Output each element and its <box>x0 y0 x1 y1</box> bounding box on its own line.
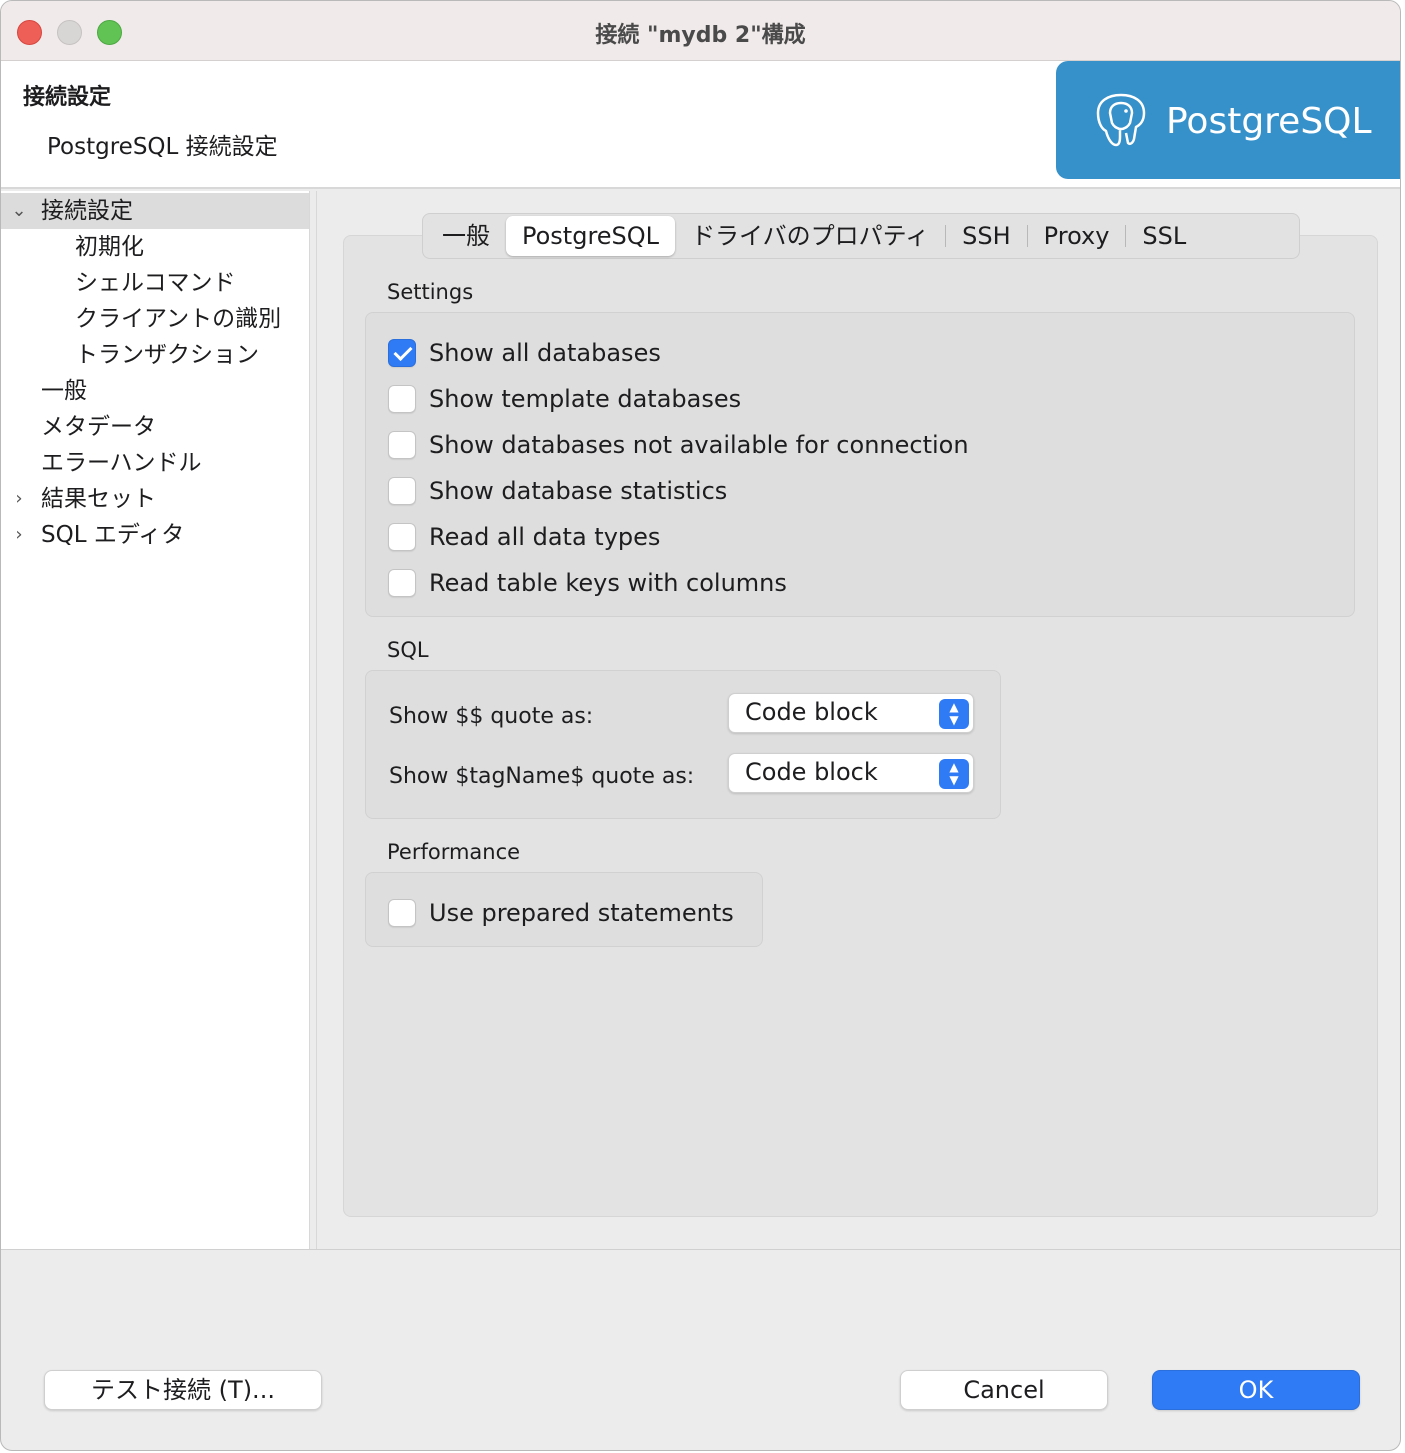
dollar-quote-label: Show $$ quote as: <box>389 704 594 729</box>
select-value: Code block <box>745 698 878 726</box>
chevron-right-icon[interactable]: › <box>9 481 29 517</box>
dollar-quote-select[interactable]: Code block ▲ ▼ <box>728 693 974 733</box>
sidebar-item-label: エラーハンドル <box>41 450 202 476</box>
use-prepared-statements-checkbox[interactable] <box>388 899 416 927</box>
tab-ssl[interactable]: SSL <box>1126 216 1202 256</box>
checkbox-label: Show database statistics <box>429 477 728 505</box>
window-title: 接続 "mydb 2"構成 <box>595 23 806 48</box>
show-unavailable-databases-option[interactable]: Show databases not available for connect… <box>388 430 969 460</box>
dialog-window: 接続 "mydb 2"構成 接続設定 PostgreSQL 接続設定 Postg… <box>0 0 1401 1451</box>
sidebar-item-label: メタデータ <box>41 414 156 440</box>
postgresql-elephant-icon <box>1096 93 1146 147</box>
show-template-databases-checkbox[interactable] <box>388 385 416 413</box>
sidebar-item-general[interactable]: 一般 <box>1 373 309 409</box>
up-down-chevron-icon: ▲ ▼ <box>939 759 969 789</box>
test-connection-button[interactable]: テスト接続 (T)... <box>44 1370 322 1410</box>
sidebar-item-label: シェルコマンド <box>75 270 236 296</box>
tagname-quote-label: Show $tagName$ quote as: <box>389 764 695 789</box>
tab-proxy[interactable]: Proxy <box>1028 216 1126 256</box>
tab-postgresql[interactable]: PostgreSQL <box>506 216 676 256</box>
show-all-databases-option[interactable]: Show all databases <box>388 338 661 368</box>
tab-bar: 一般 PostgreSQL ドライバのプロパティ SSH Proxy SSL <box>422 213 1300 259</box>
show-unavailable-databases-checkbox[interactable] <box>388 431 416 459</box>
tab-general[interactable]: 一般 <box>426 216 506 256</box>
tab-driver-properties[interactable]: ドライバのプロパティ <box>675 216 945 256</box>
sidebar-item-error-handling[interactable]: エラーハンドル <box>1 445 309 481</box>
up-down-chevron-icon: ▲ ▼ <box>939 699 969 729</box>
checkbox-label: Show template databases <box>429 385 742 413</box>
sidebar-splitter[interactable] <box>309 191 317 1249</box>
sidebar-item-sql-editor[interactable]: › SQL エディタ <box>1 517 309 553</box>
footer-divider <box>1 1249 1400 1250</box>
sidebar-item-label: 一般 <box>41 378 87 404</box>
page-header: 接続設定 PostgreSQL 接続設定 PostgreSQL <box>1 61 1400 189</box>
checkbox-label: Use prepared statements <box>429 899 734 927</box>
tagname-quote-select[interactable]: Code block ▲ ▼ <box>728 753 974 793</box>
show-database-statistics-checkbox[interactable] <box>388 477 416 505</box>
show-template-databases-option[interactable]: Show template databases <box>388 384 741 414</box>
sidebar-item-client-identification[interactable]: クライアントの識別 <box>1 301 309 337</box>
settings-sidebar: ⌄ 接続設定 初期化 シェルコマンド クライアントの識別 トランザクション 一般… <box>1 191 309 1249</box>
read-all-data-types-option[interactable]: Read all data types <box>388 522 660 552</box>
sidebar-item-result-sets[interactable]: › 結果セット <box>1 481 309 517</box>
show-all-databases-checkbox[interactable] <box>388 339 416 367</box>
sidebar-item-label: SQL エディタ <box>41 522 185 548</box>
tab-ssh[interactable]: SSH <box>946 216 1027 256</box>
ok-button[interactable]: OK <box>1152 1370 1360 1410</box>
read-table-keys-checkbox[interactable] <box>388 569 416 597</box>
sidebar-item-connection-settings[interactable]: ⌄ 接続設定 <box>1 193 309 229</box>
checkbox-label: Show databases not available for connect… <box>429 431 969 459</box>
header-title: 接続設定 <box>23 85 112 110</box>
sidebar-item-label: 接続設定 <box>41 198 133 224</box>
sidebar-item-label: トランザクション <box>75 342 259 368</box>
sidebar-item-label: 初期化 <box>75 234 144 260</box>
sidebar-item-transactions[interactable]: トランザクション <box>1 337 309 373</box>
chevron-right-icon[interactable]: › <box>9 517 29 553</box>
show-database-statistics-option[interactable]: Show database statistics <box>388 476 727 506</box>
sidebar-item-initialization[interactable]: 初期化 <box>1 229 309 265</box>
sql-section-label: SQL <box>387 638 429 662</box>
checkbox-label: Read table keys with columns <box>429 569 787 597</box>
sidebar-item-shell-commands[interactable]: シェルコマンド <box>1 265 309 301</box>
title-bar[interactable]: 接続 "mydb 2"構成 <box>1 1 1400 61</box>
performance-section-label: Performance <box>387 840 521 864</box>
postgresql-logo: PostgreSQL <box>1056 61 1400 179</box>
checkbox-label: Read all data types <box>429 523 661 551</box>
select-value: Code block <box>745 758 878 786</box>
sidebar-item-label: 結果セット <box>41 486 156 512</box>
use-prepared-statements-option[interactable]: Use prepared statements <box>388 898 734 928</box>
header-subtitle: PostgreSQL 接続設定 <box>47 134 278 160</box>
checkbox-label: Show all databases <box>429 339 661 367</box>
sidebar-item-metadata[interactable]: メタデータ <box>1 409 309 445</box>
settings-section-label: Settings <box>387 280 474 304</box>
postgresql-logo-text: PostgreSQL <box>1166 101 1372 142</box>
sidebar-item-label: クライアントの識別 <box>75 306 282 332</box>
read-table-keys-option[interactable]: Read table keys with columns <box>388 568 787 598</box>
read-all-data-types-checkbox[interactable] <box>388 523 416 551</box>
chevron-down-icon[interactable]: ⌄ <box>9 193 29 229</box>
cancel-button[interactable]: Cancel <box>900 1370 1108 1410</box>
